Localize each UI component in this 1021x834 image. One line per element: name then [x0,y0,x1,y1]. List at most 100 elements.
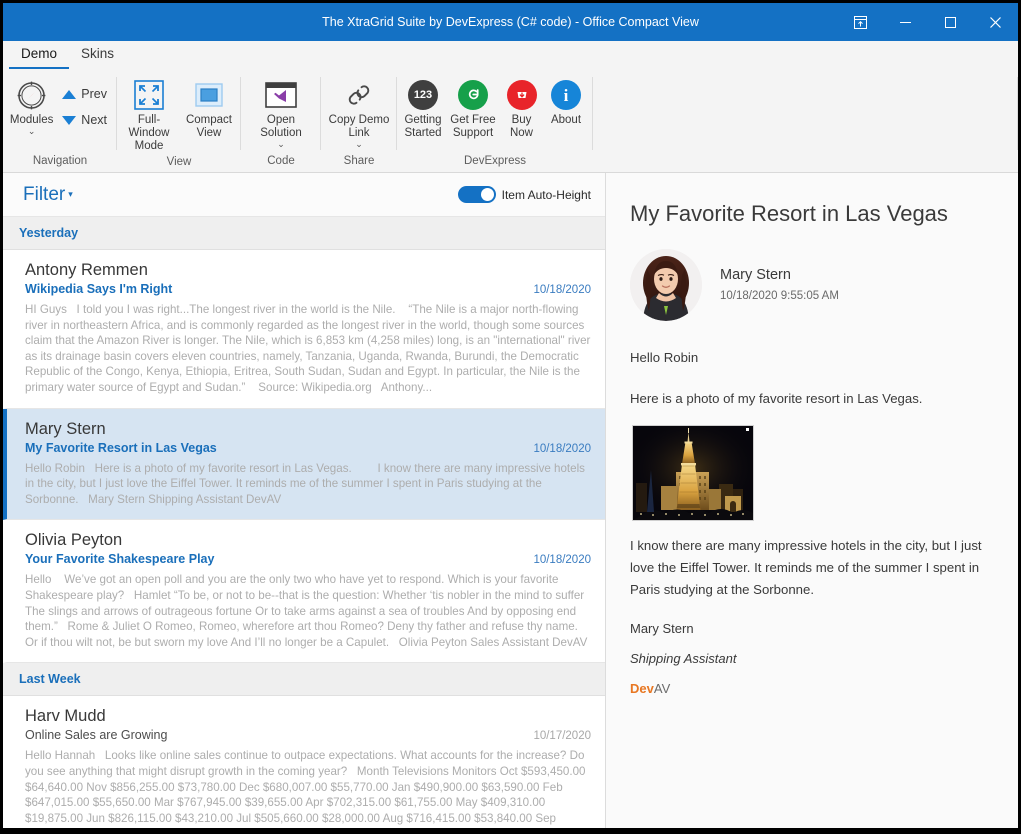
buy-now-label: Buy Now [509,114,533,139]
toggle-knob [480,188,494,201]
copy-demo-link-button[interactable]: Copy Demo Link ⌄ [323,74,395,149]
ribbon-group-view: Full-Window Mode Compact View View [117,69,241,172]
filter-label: Filter [23,183,66,205]
mail-subject: Online Sales are Growing [25,728,168,743]
group-label-navigation: Navigation [32,155,88,167]
ribbon-group-navigation: Modules ⌄ Prev Next Navigation [3,69,117,172]
group-header-last-week[interactable]: Last Week [3,663,605,697]
group-label-code: Code [267,155,295,167]
copy-demo-link-caret-icon: ⌄ [355,139,363,149]
open-solution-label: Open Solution [260,114,302,139]
ribbon-group-share: Copy Demo Link ⌄ Share [321,69,397,172]
preview-sender-name: Mary Stern [720,267,791,283]
get-free-support-label: Get Free Support [450,114,496,139]
group-header-yesterday[interactable]: Yesterday [3,217,605,250]
ribbon-display-options-icon[interactable] [838,3,883,41]
preview-body: Hello Robin Here is a photo of my favori… [630,347,994,696]
getting-started-button[interactable]: 123 Getting Started [399,74,447,140]
mail-sender: Antony Remmen [25,261,148,279]
ribbon-tab-strip: Demo Skins [3,41,1018,69]
mail-list-item[interactable]: Antony Remmen Wikipedia Says I'm Right 1… [3,250,605,409]
minimize-icon[interactable] [883,3,928,41]
group-label-devexpress: DevExpress [464,155,526,167]
mail-list-item[interactable]: Mary Stern My Favorite Resort in Las Veg… [3,408,605,521]
mail-date: 10/18/2020 [533,442,591,455]
next-button[interactable]: Next [58,110,115,130]
mail-list-item[interactable]: Olivia Peyton Your Favorite Shakespeare … [3,520,605,664]
about-label: About [550,114,582,126]
triangle-up-icon [62,89,77,99]
filter-toolbar: Filter ▾ Item Auto-Height [3,173,605,217]
avatar [630,249,702,321]
next-label: Next [81,113,107,127]
title-bar: The XtraGrid Suite by DevExpress (C# cod… [3,3,1018,41]
mail-list-pane: Filter ▾ Item Auto-Height Yesterday Anto… [3,173,606,828]
preview-sender-block: Mary Stern 10/18/2020 9:55:05 AM [630,249,994,321]
mail-preview-text: Hello We’ve got an open poll and you are… [25,573,588,649]
brand-suffix: AV [653,681,671,696]
preview-intro: Here is a photo of my favorite resort in… [630,391,923,406]
tab-skins[interactable]: Skins [69,41,126,69]
support-icon [458,78,488,112]
item-auto-height-label: Item Auto-Height [501,187,591,202]
mail-preview-pane: My Favorite Resort in Las Vegas Mary Ste… [606,173,1018,828]
123-icon: 123 [408,78,438,112]
las-vegas-eiffel-tower-night-photo [632,425,754,521]
buy-now-button[interactable]: Buy Now [499,74,544,140]
filter-dropdown[interactable]: Filter ▾ [23,184,73,206]
mail-sender: Olivia Peyton [25,531,123,550]
modules-caret-icon: ⌄ [27,126,36,136]
mail-date: 10/17/2020 [533,730,591,743]
mail-subject-row: My Favorite Resort in Las Vegas 10/18/20… [25,440,591,458]
prev-button[interactable]: Prev [58,84,115,104]
application-window: The XtraGrid Suite by DevExpress (C# cod… [3,3,1018,828]
tab-demo[interactable]: Demo [9,41,70,69]
main-content: Filter ▾ Item Auto-Height Yesterday Anto… [3,173,1018,828]
mail-subject-row: Your Favorite Shakespeare Play 10/18/202… [25,551,591,569]
mail-subject: My Favorite Resort in Las Vegas [25,440,217,455]
mail-subject: Wikipedia Says I'm Right [25,282,173,296]
preview-sent-timestamp: 10/18/2020 9:55:05 AM [720,290,839,302]
signature-name: Mary Stern [630,621,694,636]
preview-paragraph: I know there are many impressive hotels … [630,538,982,597]
item-auto-height-control[interactable]: Item Auto-Height [457,186,591,203]
signature-brand: DevAV [630,681,994,696]
maximize-icon[interactable] [928,3,973,41]
window-controls [838,3,1018,41]
preview-subject: My Favorite Resort in Las Vegas [630,201,948,226]
open-solution-caret-icon: ⌄ [277,139,285,149]
get-free-support-button[interactable]: Get Free Support [447,74,499,140]
full-window-mode-button[interactable]: Full-Window Mode [119,74,179,153]
mail-subject-row: Wikipedia Says I'm Right 10/18/2020 [25,281,591,299]
ribbon-filler [593,69,1018,172]
mail-sender: Harv Mudd [25,707,106,726]
group-label-view: View [166,156,192,168]
preview-sender-info: Mary Stern 10/18/2020 9:55:05 AM [720,265,839,305]
signature-role: Shipping Assistant [630,651,737,666]
open-solution-button[interactable]: Open Solution ⌄ [243,74,319,149]
mail-preview-text: Hello Robin Here is a photo of my favori… [25,461,589,506]
mail-list-item[interactable]: Harv Mudd Online Sales are Growing 10/17… [3,696,605,828]
compact-view-button[interactable]: Compact View [179,74,239,140]
mail-date: 10/18/2020 [533,554,591,567]
info-icon: i [551,78,581,112]
visual-studio-icon [265,78,297,112]
modules-button[interactable]: Modules ⌄ [5,74,58,136]
prev-label: Prev [81,87,107,101]
brand-prefix: Dev [630,681,654,696]
about-button[interactable]: i About [544,74,588,127]
mail-date: 10/18/2020 [533,284,591,296]
item-auto-height-toggle[interactable] [457,186,496,203]
preview-greeting: Hello Robin [630,350,699,365]
ribbon-group-devexpress: 123 Getting Started Get Free Support Buy… [397,69,593,172]
ribbon-content: Modules ⌄ Prev Next Navigation Full-Wind… [3,69,1018,172]
close-icon[interactable] [973,3,1018,41]
mail-subject-row: Online Sales are Growing 10/17/2020 [25,727,591,745]
compact-view-icon [194,78,224,112]
mail-list[interactable]: Yesterday Antony Remmen Wikipedia Says I… [3,217,605,828]
compact-view-label: Compact View [185,114,233,139]
ribbon: Demo Skins Modules ⌄ Prev Next Navigatio… [3,41,1018,173]
mail-sender: Mary Stern [25,419,106,438]
ribbon-group-code: Open Solution ⌄ Code [241,69,321,172]
